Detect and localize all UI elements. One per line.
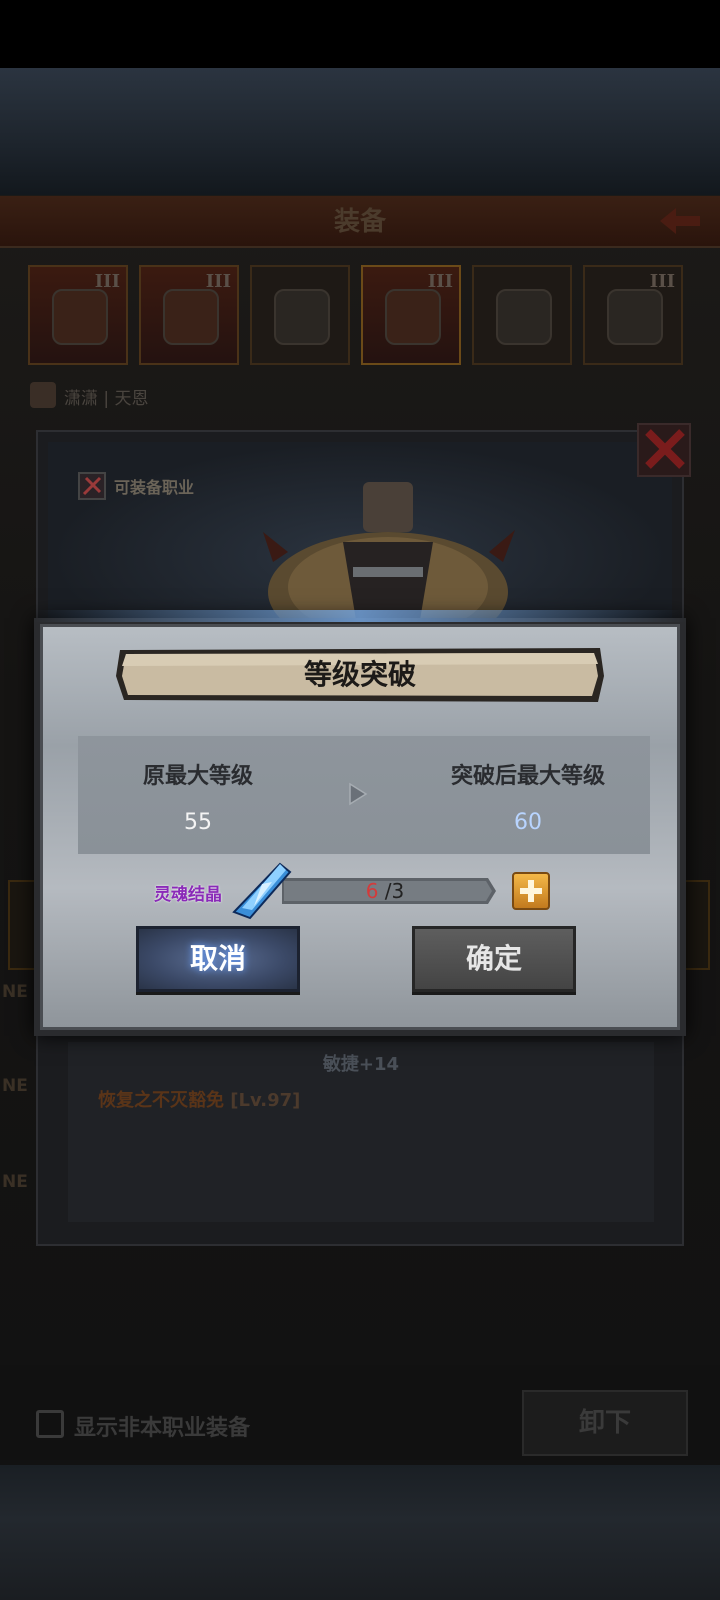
new-max-level-value: 60 <box>514 810 542 835</box>
material-name: 灵魂结晶 <box>154 885 222 905</box>
offhand-icon <box>163 289 219 345</box>
item-preview: 可装备职业 <box>48 442 672 652</box>
skill-level: [Lv.97] <box>230 1090 301 1111</box>
old-max-level-label: 原最大等级 <box>142 764 253 789</box>
equipment-slot-weapon[interactable]: III <box>28 265 128 365</box>
header-backdrop <box>0 68 720 198</box>
skill-line: 恢复之不灭豁免 [Lv.97] <box>98 1086 300 1112</box>
armor-icon <box>385 289 441 345</box>
level-breakthrough-dialog: 等级突破 原最大等级 突破后最大等级 55 60 灵魂结晶 6 /3 取消 确定 <box>34 610 686 1036</box>
slot-tier: III <box>427 271 453 292</box>
side-label: NE <box>2 1172 28 1192</box>
slot-tier: III <box>94 271 120 292</box>
equipment-slot-helmet[interactable] <box>250 265 350 365</box>
equippable-class-label: 可装备职业 <box>114 478 195 497</box>
agility-stat: 敏捷+14 <box>322 1054 400 1075</box>
material-count: 6 /3 <box>272 876 498 906</box>
skill-name: 恢复之不灭豁免 <box>98 1090 224 1111</box>
slot-tier: III <box>205 271 231 292</box>
plus-icon <box>520 880 542 902</box>
equipment-slot-boots[interactable] <box>472 265 572 365</box>
material-have: 6 <box>365 879 379 903</box>
accessory-icon <box>607 289 663 345</box>
dialog-title: 等级突破 <box>303 658 416 691</box>
confirm-button-label: 确定 <box>465 942 522 975</box>
equipment-slot-offhand[interactable]: III <box>139 265 239 365</box>
level-comparison-box: 原最大等级 突破后最大等级 55 60 <box>78 736 650 854</box>
add-material-button[interactable] <box>512 872 550 910</box>
show-non-class-label: 显示非本职业装备 <box>74 1416 251 1441</box>
boots-icon <box>496 289 552 345</box>
side-label: NE <box>2 982 28 1002</box>
close-icon[interactable] <box>636 422 692 478</box>
confirm-button[interactable]: 确定 <box>412 926 576 992</box>
left-side-panel <box>8 880 36 970</box>
back-arrow-icon[interactable] <box>660 208 700 234</box>
right-side-panel <box>684 880 710 970</box>
material-need: 3 <box>391 879 405 903</box>
dialog-title-plate: 等级突破 <box>114 646 606 704</box>
material-row: 灵魂结晶 6 /3 <box>40 862 680 922</box>
top-bar <box>0 0 720 68</box>
weapon-icon <box>52 289 108 345</box>
unequip-button[interactable]: 卸下 <box>522 1390 688 1456</box>
equipment-slot-accessory[interactable]: III <box>583 265 683 365</box>
arrow-right-icon <box>349 782 368 806</box>
avatar <box>30 382 56 408</box>
new-max-level-label: 突破后最大等级 <box>450 764 605 789</box>
character-name: 潇潇 | 天恩 <box>64 389 149 409</box>
show-non-class-checkbox[interactable] <box>36 1410 64 1438</box>
equipment-slot-armor[interactable]: III <box>361 265 461 365</box>
helmet-icon <box>274 289 330 345</box>
equipment-title-bar: 装备 <box>0 196 720 248</box>
cancel-button-label: 取消 <box>189 942 246 975</box>
cancel-button[interactable]: 取消 <box>136 926 300 992</box>
job-class-icon <box>78 472 106 500</box>
stats-box: 敏捷+14 恢复之不灭豁免 [Lv.97] <box>68 1042 654 1222</box>
old-max-level-value: 55 <box>184 810 212 835</box>
bottom-backdrop <box>0 1465 720 1600</box>
side-label: NE <box>2 1076 28 1096</box>
screen-title: 装备 <box>333 207 386 237</box>
slot-tier: III <box>649 271 675 292</box>
material-separator: / <box>384 879 392 903</box>
dialog-top-glow <box>34 610 686 622</box>
